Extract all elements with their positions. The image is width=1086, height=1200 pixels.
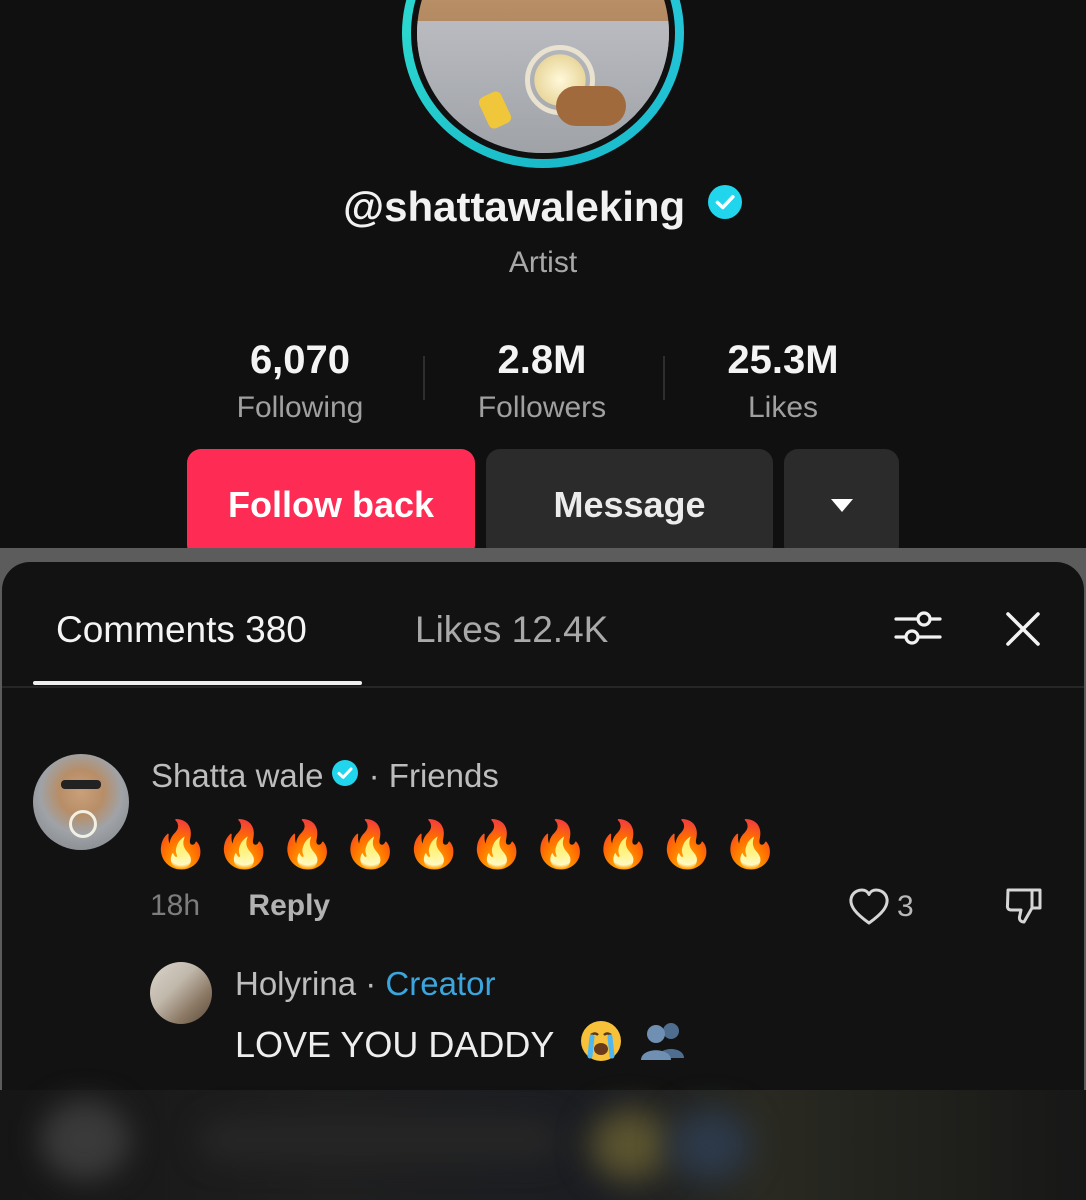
stat-followers-value: 2.8M	[497, 338, 587, 382]
stat-likes[interactable]: 25.3M Likes	[663, 336, 903, 426]
commenter-avatar[interactable]	[150, 962, 212, 1024]
sliders-icon[interactable]	[892, 604, 944, 652]
comment-time: 18h	[150, 889, 201, 922]
thumbs-down-icon[interactable]	[1002, 884, 1046, 928]
comment-author: Holyrina	[235, 965, 357, 1002]
comment-text: 🔥🔥🔥🔥🔥🔥🔥🔥🔥🔥	[152, 818, 785, 870]
heart-icon	[847, 888, 891, 934]
crying-emoji-icon	[578, 1018, 624, 1077]
message-button[interactable]: Message	[486, 449, 773, 559]
stat-likes-label: Likes	[747, 391, 819, 424]
reply-item: Holyrina · Creator LOVE YOU DADDY	[2, 962, 1084, 1082]
profile-handle-row: @shattawaleking	[0, 183, 1086, 233]
blurred-emoji	[590, 1110, 670, 1180]
stat-following[interactable]: 6,070 Following	[180, 336, 420, 426]
commenter-avatar[interactable]	[33, 754, 129, 850]
stat-followers[interactable]: 2.8M Followers	[422, 336, 662, 426]
comments-panel: Comments 380 Likes 12.4K Shatta wale · F…	[2, 562, 1084, 1093]
avatar-border	[411, 0, 675, 159]
profile-bio: Artist	[508, 246, 578, 279]
tab-likes[interactable]: Likes 12.4K	[415, 608, 608, 652]
avatar-chain	[69, 810, 97, 838]
follow-back-button[interactable]: Follow back	[187, 449, 475, 559]
profile-header: @shattawaleking Artist 6,070 Following 2…	[0, 0, 1086, 560]
comment-text-row: LOVE YOU DADDY	[235, 1018, 688, 1077]
comment-author: Shatta wale	[151, 757, 324, 794]
comment-text: LOVE YOU DADDY	[235, 1024, 554, 1066]
comment-meta: 18h Reply	[150, 886, 330, 926]
profile-handle: @shattawaleking	[343, 183, 686, 230]
comments-sheet: Comments 380 Likes 12.4K Shatta wale · F…	[0, 548, 1086, 1093]
blurred-emoji	[670, 1110, 750, 1180]
avatar-glasses	[61, 780, 101, 789]
comment-author-row[interactable]: Holyrina · Creator	[235, 964, 495, 1004]
more-options-button[interactable]	[784, 449, 899, 559]
separator-dot: ·	[368, 757, 380, 794]
stat-likes-value: 25.3M	[727, 338, 839, 382]
separator-dot: ·	[365, 965, 377, 1002]
stat-following-value: 6,070	[249, 338, 351, 382]
blurred-text	[200, 1120, 560, 1160]
verified-badge-icon	[331, 756, 359, 796]
stat-followers-label: Followers	[477, 391, 607, 424]
avatar-hand	[555, 85, 626, 126]
sheet-tabs: Comments 380 Likes 12.4K	[2, 562, 1084, 688]
comment-item: Shatta wale · Friends 🔥🔥🔥🔥🔥🔥🔥🔥🔥🔥 18h Rep…	[2, 736, 1084, 925]
relation-label: Friends	[388, 757, 499, 794]
like-count: 3	[897, 890, 914, 923]
blurred-avatar	[40, 1100, 130, 1180]
reply-button[interactable]: Reply	[248, 889, 330, 922]
tab-comments[interactable]: Comments 380	[56, 608, 307, 652]
active-tab-indicator	[33, 681, 362, 685]
close-icon[interactable]	[1000, 606, 1046, 652]
caret-down-icon	[831, 499, 853, 512]
blurred-footer	[0, 1090, 1086, 1200]
comment-like-button[interactable]: 3	[847, 886, 914, 930]
creator-label: Creator	[385, 965, 496, 1002]
profile-avatar[interactable]	[402, 0, 684, 168]
verified-badge-icon	[707, 182, 743, 230]
comment-author-row[interactable]: Shatta wale · Friends	[151, 756, 499, 796]
stat-following-label: Following	[236, 391, 364, 424]
avatar-image	[417, 0, 669, 153]
people-silhouette-icon	[638, 1018, 688, 1077]
profile-stats: 6,070 Following 2.8M Followers 25.3M Lik…	[180, 336, 906, 436]
